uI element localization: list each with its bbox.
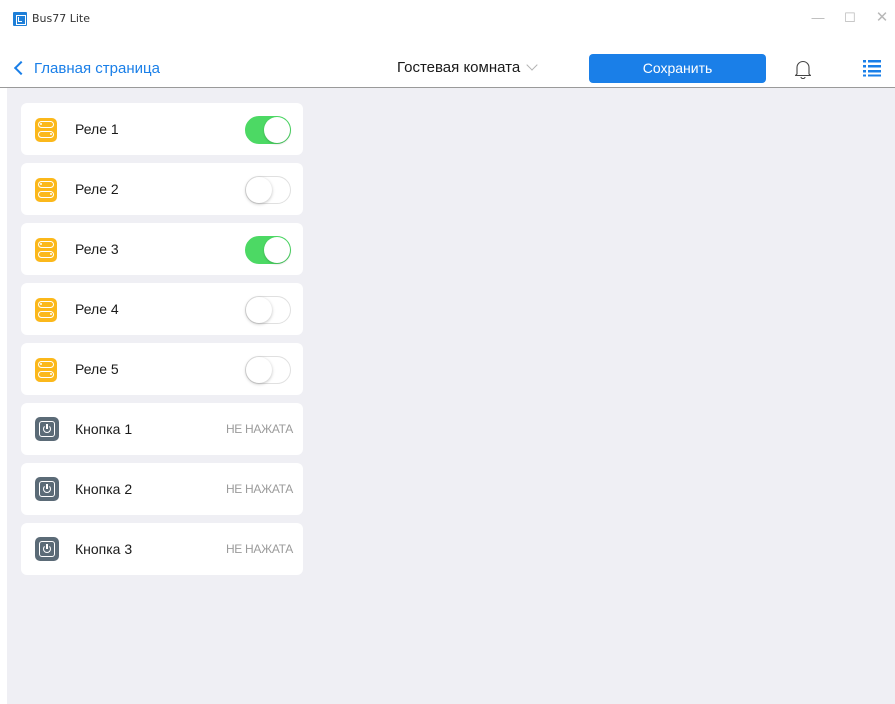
relay-label: Реле 3	[75, 241, 119, 257]
button-state: НЕ НАЖАТА	[225, 542, 293, 556]
button-card: Кнопка 3 НЕ НАЖАТА	[21, 523, 303, 575]
relay-card: Реле 1	[21, 103, 303, 155]
save-button[interactable]: Сохранить	[589, 54, 766, 83]
relay-toggle[interactable]	[245, 116, 291, 144]
device-list: Реле 1 Реле 2 Реле 3 Реле 4 Реле 5 Кнопк…	[7, 88, 895, 704]
chevron-left-icon	[13, 60, 29, 76]
button-state: НЕ НАЖАТА	[225, 482, 293, 496]
app-logo-icon	[13, 12, 27, 26]
back-button[interactable]: Главная страница	[13, 58, 160, 78]
relay-icon	[35, 178, 57, 202]
button-card: Кнопка 2 НЕ НАЖАТА	[21, 463, 303, 515]
relay-icon	[35, 358, 57, 382]
power-button-icon	[35, 417, 59, 441]
chevron-down-icon	[526, 59, 538, 71]
bell-icon[interactable]	[794, 59, 812, 79]
relay-toggle[interactable]	[245, 296, 291, 324]
relay-label: Реле 2	[75, 181, 119, 197]
list-menu-icon[interactable]	[862, 58, 882, 78]
button-card: Кнопка 1 НЕ НАЖАТА	[21, 403, 303, 455]
relay-label: Реле 1	[75, 121, 119, 137]
button-label: Кнопка 1	[75, 421, 133, 437]
left-margin	[0, 88, 7, 704]
relay-toggle[interactable]	[245, 356, 291, 384]
close-button[interactable]: ✕	[870, 8, 894, 28]
maximize-button[interactable]: ☐	[838, 8, 862, 28]
button-label: Кнопка 3	[75, 541, 133, 557]
title-bar: Bus77 Lite — ☐ ✕	[0, 0, 895, 34]
window-title: Bus77 Lite	[32, 12, 91, 25]
power-button-icon	[35, 537, 59, 561]
room-label: Гостевая комната	[397, 59, 521, 76]
relay-card: Реле 4	[21, 283, 303, 335]
relay-toggle[interactable]	[245, 236, 291, 264]
relay-card: Реле 3	[21, 223, 303, 275]
relay-toggle[interactable]	[245, 176, 291, 204]
power-button-icon	[35, 477, 59, 501]
relay-icon	[35, 238, 57, 262]
relay-card: Реле 2	[21, 163, 303, 215]
back-label: Главная страница	[34, 59, 160, 77]
relay-label: Реле 5	[75, 361, 119, 377]
relay-card: Реле 5	[21, 343, 303, 395]
room-selector[interactable]: Гостевая комната	[397, 59, 538, 76]
navigation-bar: Главная страница Гостевая комната Сохран…	[0, 34, 895, 88]
relay-label: Реле 4	[75, 301, 119, 317]
button-label: Кнопка 2	[75, 481, 133, 497]
relay-icon	[35, 118, 57, 142]
minimize-button[interactable]: —	[806, 8, 830, 28]
button-state: НЕ НАЖАТА	[225, 422, 293, 436]
relay-icon	[35, 298, 57, 322]
